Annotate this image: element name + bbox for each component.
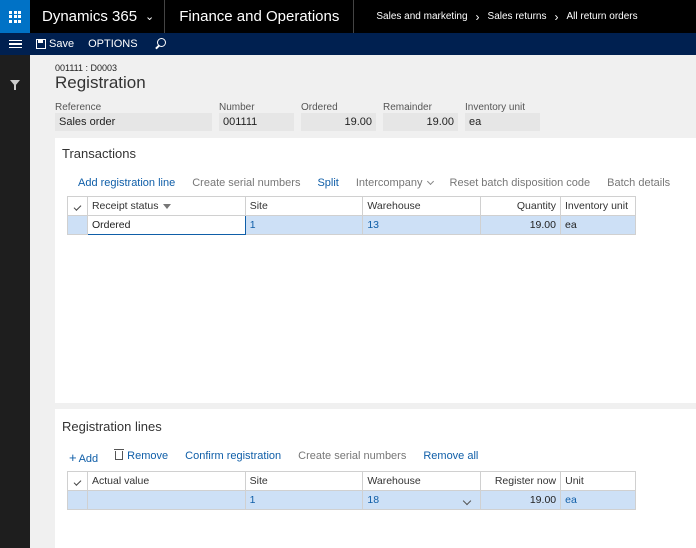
create-serial-numbers-button[interactable]: Create serial numbers bbox=[298, 450, 406, 465]
grid-header-row: Receipt status Site Warehouse Quantity I… bbox=[67, 196, 637, 216]
warehouse-dropdown[interactable]: 18 bbox=[362, 490, 482, 510]
row-select-checkbox[interactable] bbox=[67, 490, 88, 510]
remainder-label: Remainder bbox=[383, 102, 432, 113]
remove-label: Remove bbox=[127, 450, 169, 462]
column-header-unit[interactable]: Unit bbox=[560, 471, 636, 491]
chevron-right-icon: › bbox=[475, 9, 480, 24]
batch-details-button[interactable]: Batch details bbox=[607, 177, 670, 189]
trash-icon bbox=[114, 449, 125, 460]
add-label: Add bbox=[78, 453, 99, 465]
unit-cell[interactable]: ea bbox=[560, 490, 636, 510]
warehouse-cell[interactable]: 13 bbox=[362, 215, 482, 235]
waffle-icon bbox=[9, 10, 21, 23]
column-header-inventory-unit[interactable]: Inventory unit bbox=[559, 196, 637, 216]
save-label: Save bbox=[49, 38, 75, 50]
receipt-status-cell[interactable]: Ordered bbox=[86, 215, 246, 235]
breadcrumb-item-all-return-orders[interactable]: All return orders bbox=[566, 11, 637, 22]
registration-lines-title: Registration lines bbox=[62, 419, 162, 434]
register-now-cell[interactable]: 19.00 bbox=[480, 490, 562, 510]
add-registration-line-button[interactable]: Add registration line bbox=[78, 177, 175, 189]
add-button[interactable]: + Add bbox=[69, 450, 98, 465]
reset-batch-disposition-code-button[interactable]: Reset batch disposition code bbox=[450, 177, 591, 189]
transactions-toolbar: Add registration line Create serial numb… bbox=[78, 177, 687, 189]
column-header-quantity[interactable]: Quantity bbox=[480, 196, 561, 216]
inventory-unit-cell[interactable]: ea bbox=[559, 215, 637, 235]
number-field[interactable]: 001111 bbox=[219, 113, 294, 131]
split-button[interactable]: Split bbox=[317, 177, 338, 189]
page-title: Registration bbox=[55, 73, 146, 92]
column-header-actual-value[interactable]: Actual value bbox=[86, 471, 246, 491]
column-header-receipt-status[interactable]: Receipt status bbox=[86, 196, 246, 216]
breadcrumb-item-sales-and-marketing[interactable]: Sales and marketing bbox=[376, 11, 467, 22]
column-header-register-now[interactable]: Register now bbox=[480, 471, 562, 491]
column-label: Receipt status bbox=[91, 200, 159, 212]
top-nav-bar: Dynamics 365 ⌄ Finance and Operations Sa… bbox=[0, 0, 696, 33]
filter-icon bbox=[162, 203, 171, 209]
column-header-warehouse[interactable]: Warehouse bbox=[362, 196, 482, 216]
transactions-grid: Receipt status Site Warehouse Quantity I… bbox=[67, 196, 637, 235]
transactions-section: Transactions Add registration line Creat… bbox=[55, 138, 696, 403]
number-label: Number bbox=[219, 102, 255, 113]
chevron-right-icon: › bbox=[554, 9, 559, 24]
actual-value-cell[interactable] bbox=[86, 490, 246, 510]
inventory-unit-label: Inventory unit bbox=[465, 102, 526, 113]
select-all-checkbox[interactable] bbox=[67, 471, 88, 491]
intercompany-menu[interactable]: Intercompany bbox=[355, 177, 434, 189]
grid-header-row: Actual value Site Warehouse Register now… bbox=[67, 471, 636, 491]
column-header-warehouse[interactable]: Warehouse bbox=[362, 471, 482, 491]
filter-icon[interactable] bbox=[10, 80, 20, 90]
quantity-cell[interactable]: 19.00 bbox=[480, 215, 561, 235]
checkmark-icon bbox=[73, 478, 82, 486]
left-navigation bbox=[0, 55, 30, 548]
table-row[interactable]: Ordered 1 13 19.00 ea bbox=[67, 215, 637, 235]
transactions-title: Transactions bbox=[62, 146, 136, 161]
app-name-menu[interactable]: Dynamics 365 ⌄ bbox=[30, 0, 166, 33]
options-button[interactable]: OPTIONS bbox=[88, 38, 138, 50]
search-icon[interactable] bbox=[154, 37, 168, 51]
action-pane: Save OPTIONS bbox=[0, 33, 696, 55]
create-serial-numbers-button[interactable]: Create serial numbers bbox=[192, 177, 300, 189]
remove-all-button[interactable]: Remove all bbox=[423, 450, 478, 465]
ordered-field[interactable]: 19.00 bbox=[301, 113, 376, 131]
chevron-down-icon bbox=[426, 177, 434, 186]
select-all-checkbox[interactable] bbox=[67, 196, 88, 216]
module-name: Finance and Operations bbox=[165, 0, 355, 33]
chevron-down-icon bbox=[462, 496, 472, 506]
site-cell[interactable]: 1 bbox=[244, 215, 364, 235]
chevron-down-icon: ⌄ bbox=[145, 11, 155, 23]
save-icon bbox=[36, 39, 46, 49]
intercompany-label: Intercompany bbox=[355, 177, 423, 189]
table-row[interactable]: 1 18 19.00 ea bbox=[67, 490, 636, 510]
column-header-site[interactable]: Site bbox=[244, 471, 364, 491]
remove-button[interactable]: Remove bbox=[114, 449, 169, 465]
ordered-label: Ordered bbox=[301, 102, 338, 113]
breadcrumb-item-sales-returns[interactable]: Sales returns bbox=[488, 11, 547, 22]
checkmark-icon bbox=[73, 203, 82, 211]
save-button[interactable]: Save bbox=[36, 38, 74, 50]
warehouse-value: 18 bbox=[367, 494, 380, 506]
app-name-label: Dynamics 365 bbox=[42, 8, 138, 25]
breadcrumb: Sales and marketing › Sales returns › Al… bbox=[354, 10, 637, 24]
reference-field[interactable]: Sales order bbox=[55, 113, 212, 131]
remainder-field[interactable]: 19.00 bbox=[383, 113, 458, 131]
record-identifier: 001111 : D0003 bbox=[55, 63, 118, 73]
row-select-checkbox[interactable] bbox=[67, 215, 88, 235]
app-launcher-button[interactable] bbox=[0, 0, 30, 33]
registration-lines-grid: Actual value Site Warehouse Register now… bbox=[67, 471, 636, 510]
confirm-registration-button[interactable]: Confirm registration bbox=[185, 450, 281, 465]
site-cell[interactable]: 1 bbox=[244, 490, 364, 510]
column-header-site[interactable]: Site bbox=[244, 196, 364, 216]
plus-icon: + bbox=[69, 450, 77, 465]
hamburger-menu-icon[interactable] bbox=[0, 33, 30, 55]
registration-lines-toolbar: + Add Remove Confirm registration Create … bbox=[69, 449, 495, 465]
inventory-unit-field[interactable]: ea bbox=[465, 113, 540, 131]
registration-lines-section: Registration lines + Add Remove Confirm r… bbox=[55, 409, 696, 548]
reference-label: Reference bbox=[55, 102, 102, 113]
